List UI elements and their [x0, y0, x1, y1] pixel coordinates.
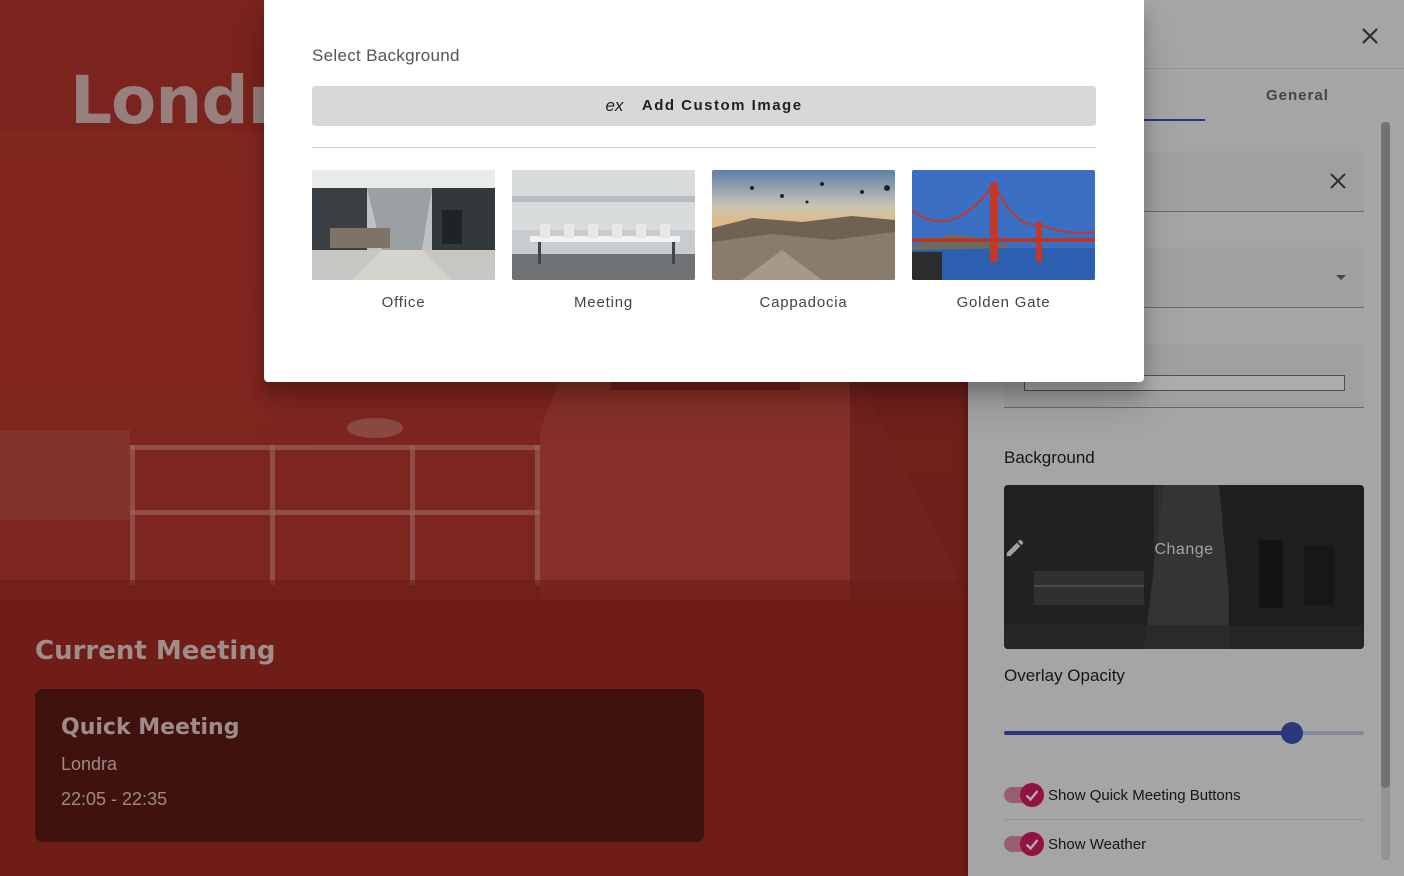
- divider: [312, 147, 1096, 148]
- add-custom-image-label: Add Custom Image: [641, 97, 803, 114]
- background-option-office[interactable]: Office: [312, 170, 495, 315]
- select-background-dialog: Select Background ex Add Custom Image Of…: [264, 0, 1144, 382]
- office-thumbnail: [312, 170, 495, 280]
- golden-gate-thumbnail: [912, 170, 1095, 280]
- option-caption: Golden Gate: [956, 294, 1051, 311]
- dialog-title: Select Background: [312, 46, 460, 65]
- option-caption: Meeting: [574, 294, 633, 311]
- background-option-meeting[interactable]: Meeting: [512, 170, 695, 315]
- meeting-thumbnail: [512, 170, 695, 280]
- cappadocia-thumbnail: [712, 170, 895, 280]
- add-custom-image-button[interactable]: ex Add Custom Image: [312, 86, 1096, 126]
- background-option-cappadocia[interactable]: Cappadocia: [712, 170, 895, 315]
- option-caption: Office: [381, 294, 426, 311]
- background-option-golden-gate[interactable]: Golden Gate: [912, 170, 1095, 315]
- add-image-icon: ex: [605, 96, 624, 115]
- option-caption: Cappadocia: [759, 294, 848, 311]
